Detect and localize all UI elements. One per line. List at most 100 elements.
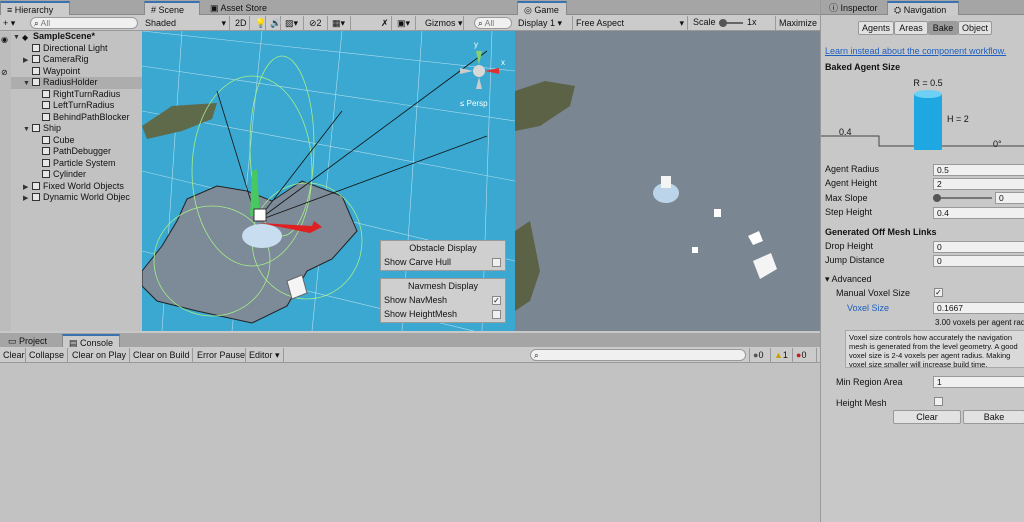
console-toolbar: Clear Collapse Clear on Play Clear on Bu… <box>0 347 820 363</box>
scene-search-input[interactable]: ⌕ All <box>474 17 512 29</box>
hierarchy-item-label: CameraRig <box>43 54 89 64</box>
baked-agent-size-title: Baked Agent Size <box>825 62 901 72</box>
voxel-help-box: Voxel size controls how accurately the n… <box>845 330 1024 368</box>
manual-voxel-size-checkbox[interactable]: ✓ <box>934 288 943 297</box>
display-dropdown[interactable]: Display 1 ▾ <box>515 16 573 30</box>
hierarchy-item[interactable]: Directional Light <box>11 43 142 55</box>
drop-height-field[interactable]: 0 <box>933 241 1024 253</box>
voxel-size-label: Voxel Size <box>847 303 890 313</box>
hierarchy-item[interactable]: ▼ RadiusHolder <box>11 77 142 89</box>
max-slope-slider[interactable] <box>933 194 992 202</box>
hierarchy-item[interactable]: Waypoint <box>11 66 142 78</box>
search-icon: ⌕ <box>534 350 539 360</box>
agent-radius-field[interactable]: 0.5 <box>933 164 1024 176</box>
obstacle-display-overlay: Obstacle Display Show Carve Hull <box>380 240 506 271</box>
console-search-input[interactable]: ⌕ <box>530 349 746 361</box>
collapse-arrow-icon[interactable]: ▶ <box>23 193 32 205</box>
tab-scene[interactable]: # Scene <box>144 1 200 15</box>
hierarchy-item-label: Cube <box>53 134 75 145</box>
subtab-bake[interactable]: Bake <box>928 21 958 35</box>
hierarchy-item[interactable]: Cylinder <box>11 169 142 181</box>
navigation-subtabs: Agents Areas Bake Object <box>858 21 992 36</box>
clear-navmesh-button[interactable]: Clear <box>893 410 961 424</box>
subtab-object[interactable]: Object <box>958 21 992 35</box>
jump-distance-field[interactable]: 0 <box>933 255 1024 267</box>
maximize-button[interactable]: Maximize <box>775 16 820 30</box>
camera-icon[interactable]: ▣▾ <box>394 16 416 30</box>
drop-height-label: Drop Height <box>825 241 874 251</box>
collapse-button[interactable]: Collapse <box>26 348 68 362</box>
tools-icon[interactable]: ✗ <box>378 16 392 30</box>
hierarchy-item[interactable]: ▶ Dynamic World Objec <box>11 192 142 204</box>
hierarchy-item[interactable]: ▶ CameraRig <box>11 54 142 66</box>
editor-dropdown[interactable]: Editor ▾ <box>246 348 284 362</box>
error-pause-button[interactable]: Error Pause <box>194 348 246 362</box>
hierarchy-item[interactable]: BehindPathBlocker <box>11 112 142 124</box>
toggle-2d-button[interactable]: 2D <box>232 16 250 30</box>
add-object-button[interactable]: + ▾ <box>0 16 22 30</box>
min-region-area-field[interactable]: 1 <box>933 376 1024 388</box>
hidden-eye-icon[interactable]: ⊘ <box>1 68 8 77</box>
hidden-eye-icon: ⊘ <box>309 18 317 28</box>
advanced-foldout[interactable]: ▾ Advanced <box>825 274 872 285</box>
hierarchy-item[interactable]: RightTurnRadius <box>11 89 142 101</box>
perspective-label[interactable]: ≤ Persp <box>460 99 488 108</box>
eye-icon[interactable]: ◉ <box>1 35 8 44</box>
agent-height-field[interactable]: 2 <box>933 178 1024 190</box>
lighting-icon[interactable]: 💡 <box>252 16 266 30</box>
console-panel: ▭ Project ▤ Console Clear Collapse Clear… <box>0 333 820 522</box>
gameobject-icon <box>32 181 40 190</box>
gameobject-icon <box>42 147 50 155</box>
navmesh-display-overlay: Navmesh Display Show NavMesh ✓ Show Heig… <box>380 278 506 323</box>
hierarchy-item[interactable]: LeftTurnRadius <box>11 100 142 112</box>
voxel-size-field[interactable]: 0.1667 <box>933 302 1024 314</box>
tab-inspector[interactable]: ⓘ Inspector <box>823 1 887 15</box>
clear-on-play-button[interactable]: Clear on Play <box>69 348 130 362</box>
tab-game[interactable]: ◎ Game <box>517 1 567 15</box>
gameobject-icon <box>32 43 40 52</box>
show-carve-hull-checkbox[interactable] <box>492 258 501 267</box>
show-heightmesh-checkbox[interactable] <box>492 310 501 319</box>
hierarchy-item[interactable]: Particle System <box>11 158 142 170</box>
grid-toggle-icon[interactable]: ▦▾ <box>329 16 351 30</box>
clear-on-build-button[interactable]: Clear on Build <box>130 348 193 362</box>
tab-console[interactable]: ▤ Console <box>62 334 120 348</box>
aspect-dropdown[interactable]: Free Aspect ▾ <box>573 16 688 30</box>
gizmos-dropdown[interactable]: Gizmos ▾ <box>422 16 464 30</box>
hierarchy-item[interactable]: PathDebugger <box>11 146 142 158</box>
audio-icon[interactable]: 🔊 <box>267 16 281 30</box>
bake-navmesh-button[interactable]: Bake <box>963 410 1024 424</box>
hierarchy-tabbar: ≡ Hierarchy <box>0 0 142 15</box>
step-height-field[interactable]: 0.4 <box>933 207 1024 219</box>
clear-button[interactable]: Clear <box>0 348 26 362</box>
effects-icon[interactable]: ▨▾ <box>282 16 304 30</box>
info-icon: ⓘ <box>829 3 841 13</box>
console-tabbar: ▭ Project ▤ Console <box>0 333 820 348</box>
tab-asset-store[interactable]: ▣ Asset Store <box>204 1 274 15</box>
show-navmesh-checkbox[interactable]: ✓ <box>492 296 501 305</box>
hierarchy-search-input[interactable]: ⌕ All <box>30 17 138 29</box>
max-slope-field[interactable]: 0 <box>995 192 1024 204</box>
hierarchy-item[interactable]: Cube <box>11 135 142 147</box>
game-toolbar: Display 1 ▾ Free Aspect ▾ Scale 1x Maximi… <box>515 15 820 31</box>
console-log-area[interactable] <box>0 364 820 522</box>
hierarchy-item[interactable]: ▼ Ship <box>11 123 142 135</box>
tab-navigation[interactable]: ⛭ Navigation <box>887 1 959 15</box>
scale-slider[interactable] <box>719 19 743 27</box>
hierarchy-item[interactable]: ▶ Fixed World Objects <box>11 181 142 193</box>
gameobject-icon <box>32 78 40 86</box>
shading-mode-dropdown[interactable]: Shaded ▾ <box>142 16 230 30</box>
warning-count-toggle[interactable]: ▲1 <box>771 348 793 362</box>
height-mesh-checkbox[interactable] <box>934 397 943 406</box>
axis-y-label: y <box>474 40 478 49</box>
hierarchy-item[interactable]: ▼ ◆ SampleScene* <box>11 31 142 43</box>
tab-project[interactable]: ▭ Project <box>2 334 62 348</box>
hidden-objects-toggle[interactable]: ⊘2 <box>306 16 328 30</box>
tab-hierarchy[interactable]: ≡ Hierarchy <box>0 1 70 15</box>
subtab-agents[interactable]: Agents <box>858 21 894 35</box>
error-count-toggle[interactable]: ●0 <box>793 348 817 362</box>
info-count-toggle[interactable]: ●0 <box>749 348 771 362</box>
hierarchy-panel: ≡ Hierarchy + ▾ ⌕ All ◉ ⊘ ▼ ◆ SampleScene*… <box>0 0 142 331</box>
component-workflow-link[interactable]: Learn instead about the component workfl… <box>825 46 1006 56</box>
subtab-areas[interactable]: Areas <box>894 21 928 35</box>
